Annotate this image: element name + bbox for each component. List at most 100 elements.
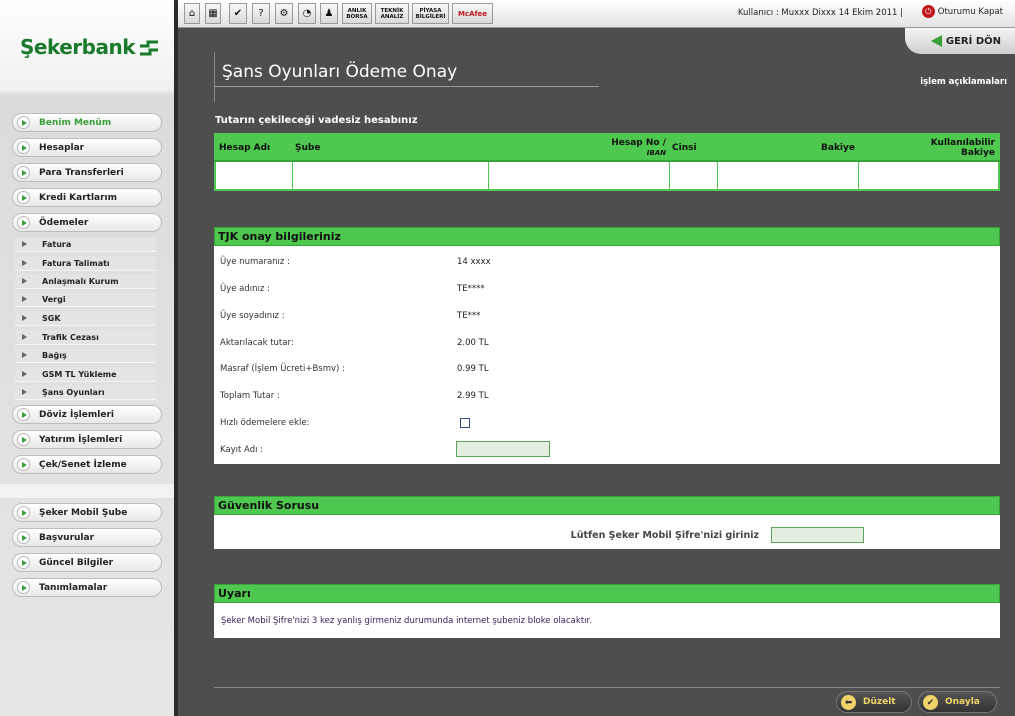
home-icon[interactable]: ⌂	[184, 3, 200, 24]
field-value: 2.00 TL	[457, 338, 489, 348]
triangle-icon	[22, 278, 27, 284]
field-value: 14 xxxx	[457, 257, 491, 267]
submenu-item-anlasmali-kurum[interactable]: Anlaşmalı Kurum	[15, 274, 156, 289]
field-label: Masraf (İşlem Ücreti+Bsmv) :	[220, 364, 345, 374]
menu-item-odemeler[interactable]: Ödemeler	[12, 213, 162, 232]
field-label: Toplam Tutar :	[220, 391, 280, 401]
warning-panel: Uyarı Şeker Mobil Şifre'nizi 3 kez yanlı…	[214, 584, 1000, 638]
column-bakiye: Bakiye	[717, 134, 858, 162]
check-icon: ✔	[923, 695, 938, 710]
menu-item-doviz-islemleri[interactable]: Döviz İşlemleri	[12, 405, 162, 424]
submenu-item-bagis[interactable]: Bağış	[15, 348, 156, 363]
submenu-item-fatura[interactable]: Fatura	[15, 237, 156, 252]
brand-logo[interactable]: Şekerbank	[20, 35, 160, 59]
menu-item-guncel-bilgiler[interactable]: Güncel Bilgiler	[12, 553, 162, 572]
field-value: TE***	[457, 311, 481, 321]
back-arrow-icon	[930, 35, 942, 47]
field-label: Aktarılacak tutar:	[220, 338, 294, 348]
arrow-right-icon	[17, 581, 30, 594]
clock-icon[interactable]: ◔	[298, 3, 316, 24]
title-divider-horizontal	[214, 86, 599, 87]
submenu-item-sgk[interactable]: SGK	[15, 311, 156, 326]
security-prompt: Lütfen Şeker Mobil Şifre'nizi giriniz	[570, 530, 759, 541]
check-icon[interactable]: ✔	[229, 3, 247, 24]
table-cell	[668, 161, 717, 190]
triangle-icon	[22, 260, 27, 266]
column-hesap-no: Hesap No / IBAN	[488, 134, 669, 162]
submenu-item-gsm-tl-yukleme[interactable]: GSM TL Yükleme	[15, 367, 156, 382]
user-info: Kullanıcı : Muxxx Dixxx 14 Ekim 2011 |	[737, 8, 903, 18]
mcafee-button[interactable]: McAfee	[452, 3, 493, 24]
sidebar: Şekerbank Benim Menüm Hesaplar Para Tran…	[0, 0, 174, 716]
column-hesap-adi: Hesap Adı	[215, 134, 292, 162]
menu-item-basvurular[interactable]: Başvurular	[12, 528, 162, 547]
arrow-right-icon	[17, 458, 30, 471]
sidebar-divider	[0, 484, 174, 498]
calculator-icon[interactable]: ▦	[205, 3, 221, 24]
arrow-left-icon: ⬅	[841, 695, 856, 710]
tjk-panel: TJK onay bilgileriniz Üye numaranız : 14…	[214, 227, 1000, 464]
warning-text: Şeker Mobil Şifre'nizi 3 kez yanlış girm…	[221, 616, 592, 626]
confirm-button[interactable]: ✔ Onayla	[918, 691, 997, 713]
back-button[interactable]: GERİ DÖN	[905, 28, 1015, 54]
edit-button[interactable]: ⬅ Düzelt	[836, 691, 912, 713]
field-label: Üye numaranız :	[220, 257, 290, 267]
column-sube: Şube	[292, 134, 488, 162]
menu-item-hesaplar[interactable]: Hesaplar	[12, 138, 162, 157]
table-row[interactable]	[215, 161, 999, 190]
title-divider-vertical	[214, 52, 215, 102]
submenu-item-vergi[interactable]: Vergi	[15, 292, 156, 307]
arrow-right-icon	[17, 531, 30, 544]
menu-item-seker-mobil-sube[interactable]: Şeker Mobil Şube	[12, 503, 162, 522]
table-cell	[857, 161, 999, 190]
arrow-right-icon	[17, 556, 30, 569]
triangle-icon	[22, 296, 27, 302]
piyasa-bilgileri-button[interactable]: PİYASA BİLGİLERİ	[412, 3, 449, 24]
security-panel-title: Güvenlik Sorusu	[214, 496, 1000, 515]
power-icon: ⏻	[921, 5, 935, 18]
arrow-right-icon	[17, 433, 30, 446]
record-name-label: Kayıt Adı :	[220, 445, 264, 455]
user-icon[interactable]: ♟	[320, 3, 338, 24]
anlik-borsa-button[interactable]: ANLIK BORSA	[342, 3, 372, 24]
quick-payment-checkbox[interactable]	[460, 418, 470, 428]
submenu-item-trafik-cezasi[interactable]: Trafik Cezası	[15, 330, 156, 345]
submenu-item-fatura-talimati[interactable]: Fatura Talimatı	[15, 256, 156, 271]
column-cinsi: Cinsi	[669, 134, 717, 162]
column-kullanilabilir-bakiye: Kullanılabilir Bakiye	[858, 134, 999, 162]
help-link[interactable]: işlem açıklamaları	[920, 77, 1007, 87]
triangle-icon	[22, 352, 27, 358]
security-panel: Güvenlik Sorusu Lütfen Şeker Mobil Şifre…	[214, 496, 1000, 549]
arrow-right-icon	[17, 408, 30, 421]
mobile-password-input[interactable]	[771, 527, 864, 543]
brand-name: Şekerbank	[20, 35, 136, 59]
menu-item-tanimlamalar[interactable]: Tanımlamalar	[12, 578, 162, 597]
triangle-icon	[22, 241, 27, 247]
table-cell	[716, 161, 858, 190]
help-icon[interactable]: ?	[252, 3, 270, 24]
menu-item-cek-senet-izleme[interactable]: Çek/Senet İzleme	[12, 455, 162, 474]
sidebar-edge	[174, 0, 178, 716]
field-value: 2.99 TL	[457, 391, 489, 401]
field-label: Üye adınız :	[220, 284, 270, 294]
menu-item-benim-menum[interactable]: Benim Menüm	[12, 113, 162, 132]
field-value: 0.99 TL	[457, 364, 489, 374]
arrow-right-icon	[17, 506, 30, 519]
page-title: Şans Oyunları Ödeme Onay	[222, 62, 458, 82]
settings-icon[interactable]: ⚙	[275, 3, 293, 24]
teknik-analiz-button[interactable]: TEKNİK ANALİZ	[375, 3, 409, 24]
menu-item-para-transferleri[interactable]: Para Transferleri	[12, 163, 162, 182]
account-table: Hesap Adı Şube Hesap No / IBAN Cinsi Baki…	[214, 133, 1000, 191]
account-section-label: Tutarın çekileceği vadesiz hesabınız	[215, 115, 418, 126]
table-cell	[291, 161, 488, 190]
top-toolbar: ⌂ ▦ ✔ ? ⚙ ◔ ♟ ANLIK BORSA TEKNİK ANALİZ …	[178, 0, 1015, 28]
menu-item-kredi-kartlarim[interactable]: Kredi Kartlarım	[12, 188, 162, 207]
record-name-input[interactable]	[456, 441, 550, 457]
table-cell	[487, 161, 669, 190]
arrow-right-icon	[17, 116, 30, 129]
arrow-right-icon	[17, 191, 30, 204]
logout-button[interactable]: ⏻ Oturumu Kapat	[921, 5, 1003, 18]
menu-item-yatirim-islemleri[interactable]: Yatırım İşlemleri	[12, 430, 162, 449]
submenu-item-sans-oyunlari[interactable]: Şans Oyunları	[15, 385, 156, 400]
field-value: TE****	[457, 284, 485, 294]
